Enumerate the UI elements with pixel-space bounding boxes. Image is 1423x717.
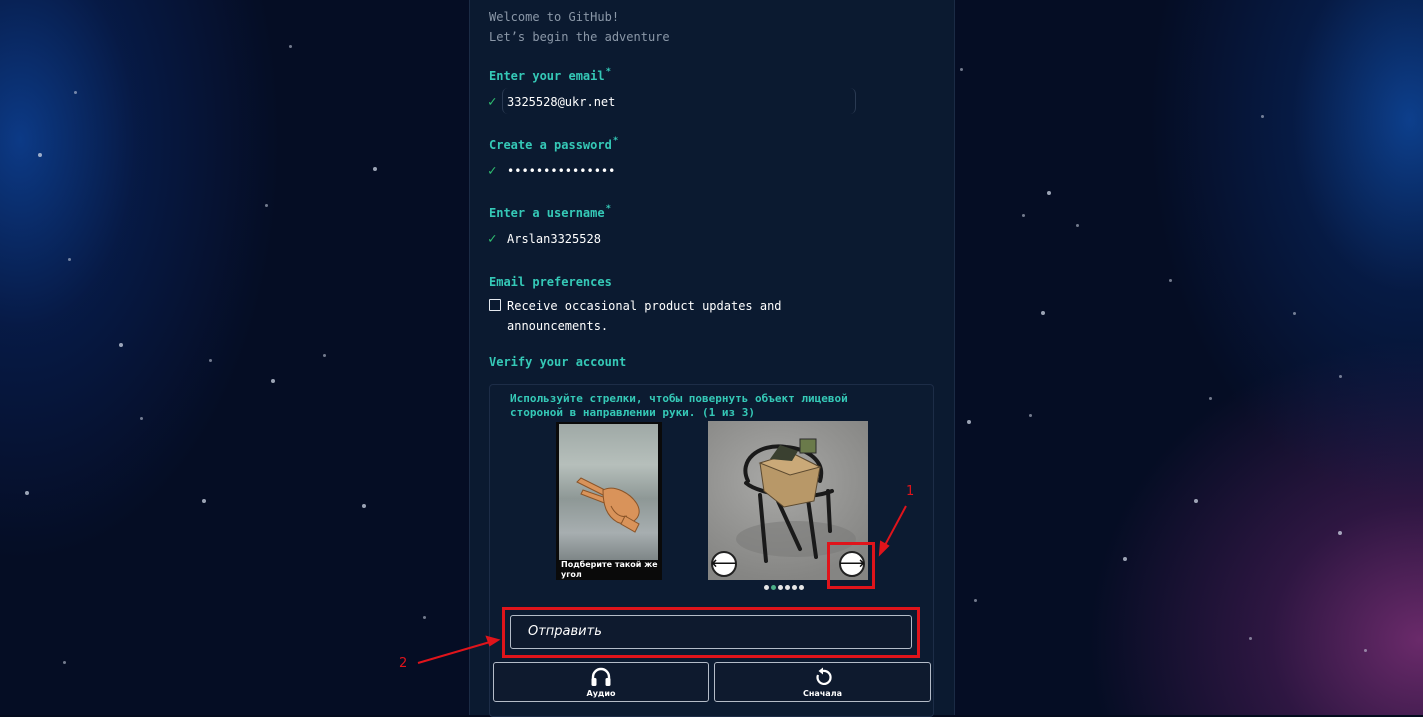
check-icon: ✓ xyxy=(488,94,497,110)
password-field[interactable]: ••••••••••••••• xyxy=(507,164,615,178)
star xyxy=(202,499,206,503)
audio-label: Аудио xyxy=(586,689,616,698)
email-preferences-label: Email preferences xyxy=(489,275,612,289)
required-mark: * xyxy=(605,204,612,214)
annotation-marker-1: 1 xyxy=(906,484,915,499)
reference-hand-image xyxy=(559,424,658,560)
star xyxy=(974,599,977,602)
pager-dot xyxy=(764,585,769,590)
star xyxy=(74,91,77,94)
star xyxy=(423,616,426,619)
password-label-text: Create a password xyxy=(489,138,612,152)
required-mark: * xyxy=(612,136,619,146)
audio-button[interactable]: Аудио xyxy=(493,662,709,702)
star xyxy=(1041,311,1045,315)
restart-icon xyxy=(813,667,833,691)
pager-dot xyxy=(778,585,783,590)
product-updates-label[interactable]: Receive occasional product updates and a… xyxy=(507,296,807,336)
pager-dot-active xyxy=(771,585,776,590)
star xyxy=(265,204,268,207)
star xyxy=(1029,414,1032,417)
star xyxy=(967,420,971,424)
star xyxy=(323,354,326,357)
star xyxy=(38,153,42,157)
star xyxy=(271,379,275,383)
star xyxy=(209,359,212,362)
star xyxy=(1123,557,1127,561)
email-label-text: Enter your email xyxy=(489,69,605,83)
hand-illustration xyxy=(576,477,640,533)
reference-caption: Подберите такой же угол xyxy=(561,560,658,579)
restart-button[interactable]: Сначала xyxy=(714,662,931,702)
star xyxy=(68,258,71,261)
star xyxy=(25,491,29,495)
star xyxy=(119,343,123,347)
star xyxy=(960,68,963,71)
star xyxy=(1194,499,1198,503)
check-icon: ✓ xyxy=(488,163,497,179)
welcome-title: Welcome to GitHub! xyxy=(489,10,620,24)
email-label: Enter your email* xyxy=(489,67,612,83)
annotation-box-right-arrow xyxy=(827,542,875,589)
username-label-text: Enter a username xyxy=(489,206,605,220)
star xyxy=(63,661,66,664)
star xyxy=(1261,115,1264,118)
annotation-box-submit xyxy=(502,607,920,658)
star xyxy=(1169,279,1172,282)
captcha-instruction: Используйте стрелки, чтобы повернуть объ… xyxy=(510,392,848,419)
pager-dot xyxy=(792,585,797,590)
check-icon: ✓ xyxy=(488,231,497,247)
arrow-left-icon[interactable]: ⟵ xyxy=(711,551,737,577)
star xyxy=(1047,191,1051,195)
pager-dot xyxy=(799,585,804,590)
star xyxy=(373,167,377,171)
star xyxy=(140,417,143,420)
annotation-marker-2: 2 xyxy=(399,656,408,671)
product-updates-checkbox[interactable] xyxy=(489,299,501,311)
star xyxy=(1364,649,1367,652)
required-mark: * xyxy=(605,67,612,77)
star xyxy=(289,45,292,48)
welcome-subtitle: Let’s begin the adventure xyxy=(489,30,670,44)
reference-image-card: Подберите такой же угол xyxy=(556,422,662,580)
verify-account-label: Verify your account xyxy=(489,355,627,369)
star xyxy=(1338,531,1342,535)
star xyxy=(1022,214,1025,217)
star xyxy=(1249,637,1252,640)
username-field[interactable]: Arslan3325528 xyxy=(507,232,601,246)
star xyxy=(1293,312,1296,315)
star xyxy=(1209,397,1212,400)
star xyxy=(362,504,366,508)
password-label: Create a password* xyxy=(489,136,619,152)
star xyxy=(1339,375,1342,378)
pager-dot xyxy=(785,585,790,590)
captcha-pager xyxy=(764,585,804,591)
username-label: Enter a username* xyxy=(489,204,612,220)
star xyxy=(1076,224,1079,227)
email-field[interactable]: 3325528@ukr.net xyxy=(507,95,615,109)
headphones-icon xyxy=(590,667,612,691)
restart-label: Сначала xyxy=(803,689,842,698)
